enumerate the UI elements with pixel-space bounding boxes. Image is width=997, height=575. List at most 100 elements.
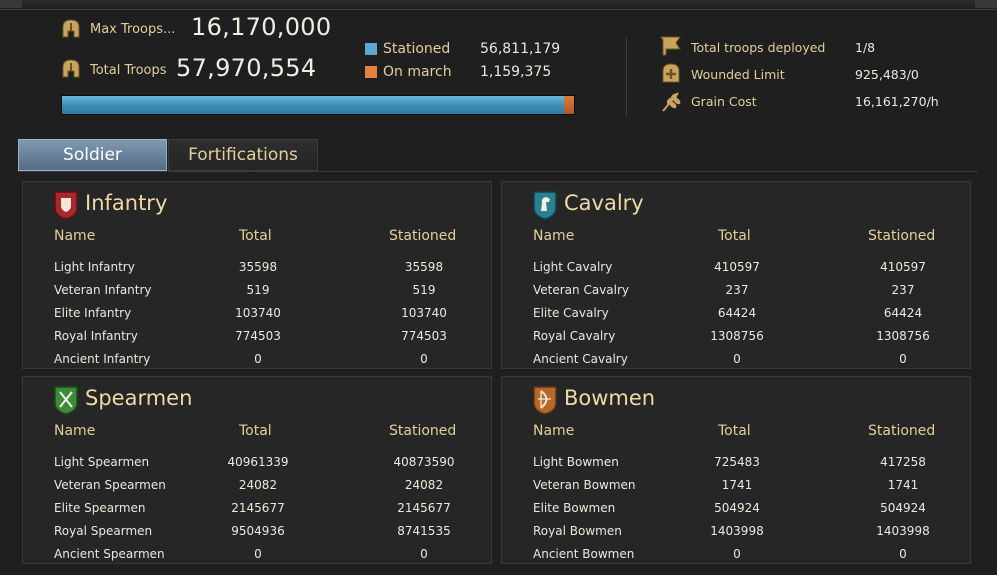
unit-name-cell: Ancient Bowmen — [533, 547, 635, 561]
table-row: Light Bowmen 725483 417258 — [502, 455, 970, 477]
total-cell: 24082 — [238, 478, 278, 492]
col-name-header: Name — [54, 423, 96, 439]
max-troops-label: Max Troops... — [90, 22, 176, 37]
stationed-cell: 1741 — [887, 478, 919, 492]
unit-name-cell: Light Bowmen — [533, 455, 619, 469]
table-row: Light Cavalry 410597 410597 — [502, 260, 970, 282]
stationed-cell: 417258 — [880, 455, 926, 469]
col-stationed-header: Stationed — [868, 423, 936, 439]
total-cell: 40961339 — [227, 455, 289, 469]
unit-name-cell: Veteran Cavalry — [533, 283, 630, 297]
table-row: Light Infantry 35598 35598 — [23, 260, 491, 282]
total-cell: 774503 — [235, 329, 281, 343]
col-total-header: Total — [239, 228, 272, 244]
stationed-cell: 1308756 — [876, 329, 930, 343]
table-row: Elite Cavalry 64424 64424 — [502, 306, 970, 328]
cavalry-panel: Cavalry Name Total Stationed Light Caval… — [501, 181, 971, 369]
cavalry-title: Cavalry — [564, 191, 644, 215]
total-cell: 0 — [733, 352, 741, 366]
unit-name-cell: Ancient Infantry — [54, 352, 151, 366]
stationed-legend-swatch — [365, 43, 377, 55]
table-row: Elite Infantry 103740 103740 — [23, 306, 491, 328]
unit-name-cell: Elite Spearmen — [54, 501, 146, 515]
troop-distribution-bar — [61, 95, 575, 115]
col-name-header: Name — [533, 423, 575, 439]
total-cell: 410597 — [714, 260, 760, 274]
total-cell: 0 — [254, 352, 262, 366]
col-name-header: Name — [54, 228, 96, 244]
table-row: Royal Bowmen 1403998 1403998 — [502, 524, 970, 546]
stationed-cell: 40873590 — [393, 455, 455, 469]
bowmen-title: Bowmen — [564, 386, 656, 410]
infantry-panel: Infantry Name Total Stationed Light Infa… — [22, 181, 492, 369]
unit-name-cell: Veteran Infantry — [54, 283, 152, 297]
total-cell: 725483 — [714, 455, 760, 469]
table-row: Veteran Infantry 519 519 — [23, 283, 491, 305]
stationed-cell: 410597 — [880, 260, 926, 274]
total-troops-deployed-label: Total troops deployed — [691, 40, 826, 55]
stationed-cell: 0 — [899, 352, 907, 366]
unit-name-cell: Royal Spearmen — [54, 524, 153, 538]
unit-name-cell: Veteran Bowmen — [533, 478, 636, 492]
total-troops-deployed-value: 1/8 — [855, 40, 876, 55]
tab-fortifications[interactable]: Fortifications — [168, 139, 318, 171]
unit-name-cell: Ancient Spearmen — [54, 547, 165, 561]
stationed-bar-fill — [62, 96, 564, 114]
wounded-limit-label: Wounded Limit — [691, 67, 785, 82]
cavalry-horse-icon — [533, 191, 557, 220]
col-stationed-header: Stationed — [389, 228, 457, 244]
table-row: Royal Spearmen 9504936 8741535 — [23, 524, 491, 546]
grain-cost-label: Grain Cost — [691, 94, 757, 109]
stationed-cell: 1403998 — [876, 524, 930, 538]
tab-underline — [18, 171, 978, 172]
grain-cost-value: 16,161,270/h — [855, 94, 939, 109]
unit-name-cell: Light Infantry — [54, 260, 135, 274]
total-cell: 1403998 — [710, 524, 764, 538]
total-cell: 0 — [733, 547, 741, 561]
unit-name-cell: Light Spearmen — [54, 455, 150, 469]
table-row: Royal Cavalry 1308756 1308756 — [502, 329, 970, 351]
stationed-cell: 0 — [420, 547, 428, 561]
table-row: Ancient Spearmen 0 0 — [23, 547, 491, 563]
col-name-header: Name — [533, 228, 575, 244]
unit-name-cell: Elite Cavalry — [533, 306, 609, 320]
unit-name-cell: Royal Infantry — [54, 329, 138, 343]
helmet-icon — [62, 59, 80, 78]
unit-name-cell: Royal Cavalry — [533, 329, 616, 343]
stationed-cell: 504924 — [880, 501, 926, 515]
total-cell: 103740 — [235, 306, 281, 320]
total-troops-value: 57,970,554 — [176, 54, 317, 82]
frame-corner-right — [975, 0, 997, 8]
bowmen-bow-icon — [533, 386, 557, 415]
table-row: Veteran Cavalry 237 237 — [502, 283, 970, 305]
on-march-legend-value: 1,159,375 — [480, 64, 552, 80]
table-row: Ancient Infantry 0 0 — [23, 352, 491, 368]
flag-icon — [660, 36, 681, 56]
tab-soldier[interactable]: Soldier — [18, 139, 167, 171]
unit-name-cell: Royal Bowmen — [533, 524, 622, 538]
total-cell: 35598 — [238, 260, 278, 274]
stationed-cell: 64424 — [883, 306, 923, 320]
grain-icon — [662, 92, 681, 112]
stationed-cell: 24082 — [404, 478, 444, 492]
table-row: Royal Infantry 774503 774503 — [23, 329, 491, 351]
stationed-cell: 0 — [899, 547, 907, 561]
total-cell: 0 — [254, 547, 262, 561]
unit-name-cell: Ancient Cavalry — [533, 352, 628, 366]
col-total-header: Total — [239, 423, 272, 439]
stationed-cell: 103740 — [401, 306, 447, 320]
table-row: Veteran Spearmen 24082 24082 — [23, 478, 491, 500]
total-cell: 1741 — [721, 478, 753, 492]
total-troops-label: Total Troops — [90, 63, 167, 78]
col-total-header: Total — [718, 423, 751, 439]
table-row: Elite Bowmen 504924 504924 — [502, 501, 970, 523]
stationed-cell: 35598 — [404, 260, 444, 274]
spearmen-panel: Spearmen Name Total Stationed Light Spea… — [22, 376, 492, 564]
stationed-legend-value: 56,811,179 — [480, 41, 561, 57]
stationed-legend-label: Stationed — [383, 41, 451, 57]
total-cell: 9504936 — [231, 524, 285, 538]
col-stationed-header: Stationed — [868, 228, 936, 244]
unit-name-cell: Elite Infantry — [54, 306, 132, 320]
header-divider — [626, 38, 627, 116]
max-troops-value: 16,170,000 — [191, 13, 332, 41]
